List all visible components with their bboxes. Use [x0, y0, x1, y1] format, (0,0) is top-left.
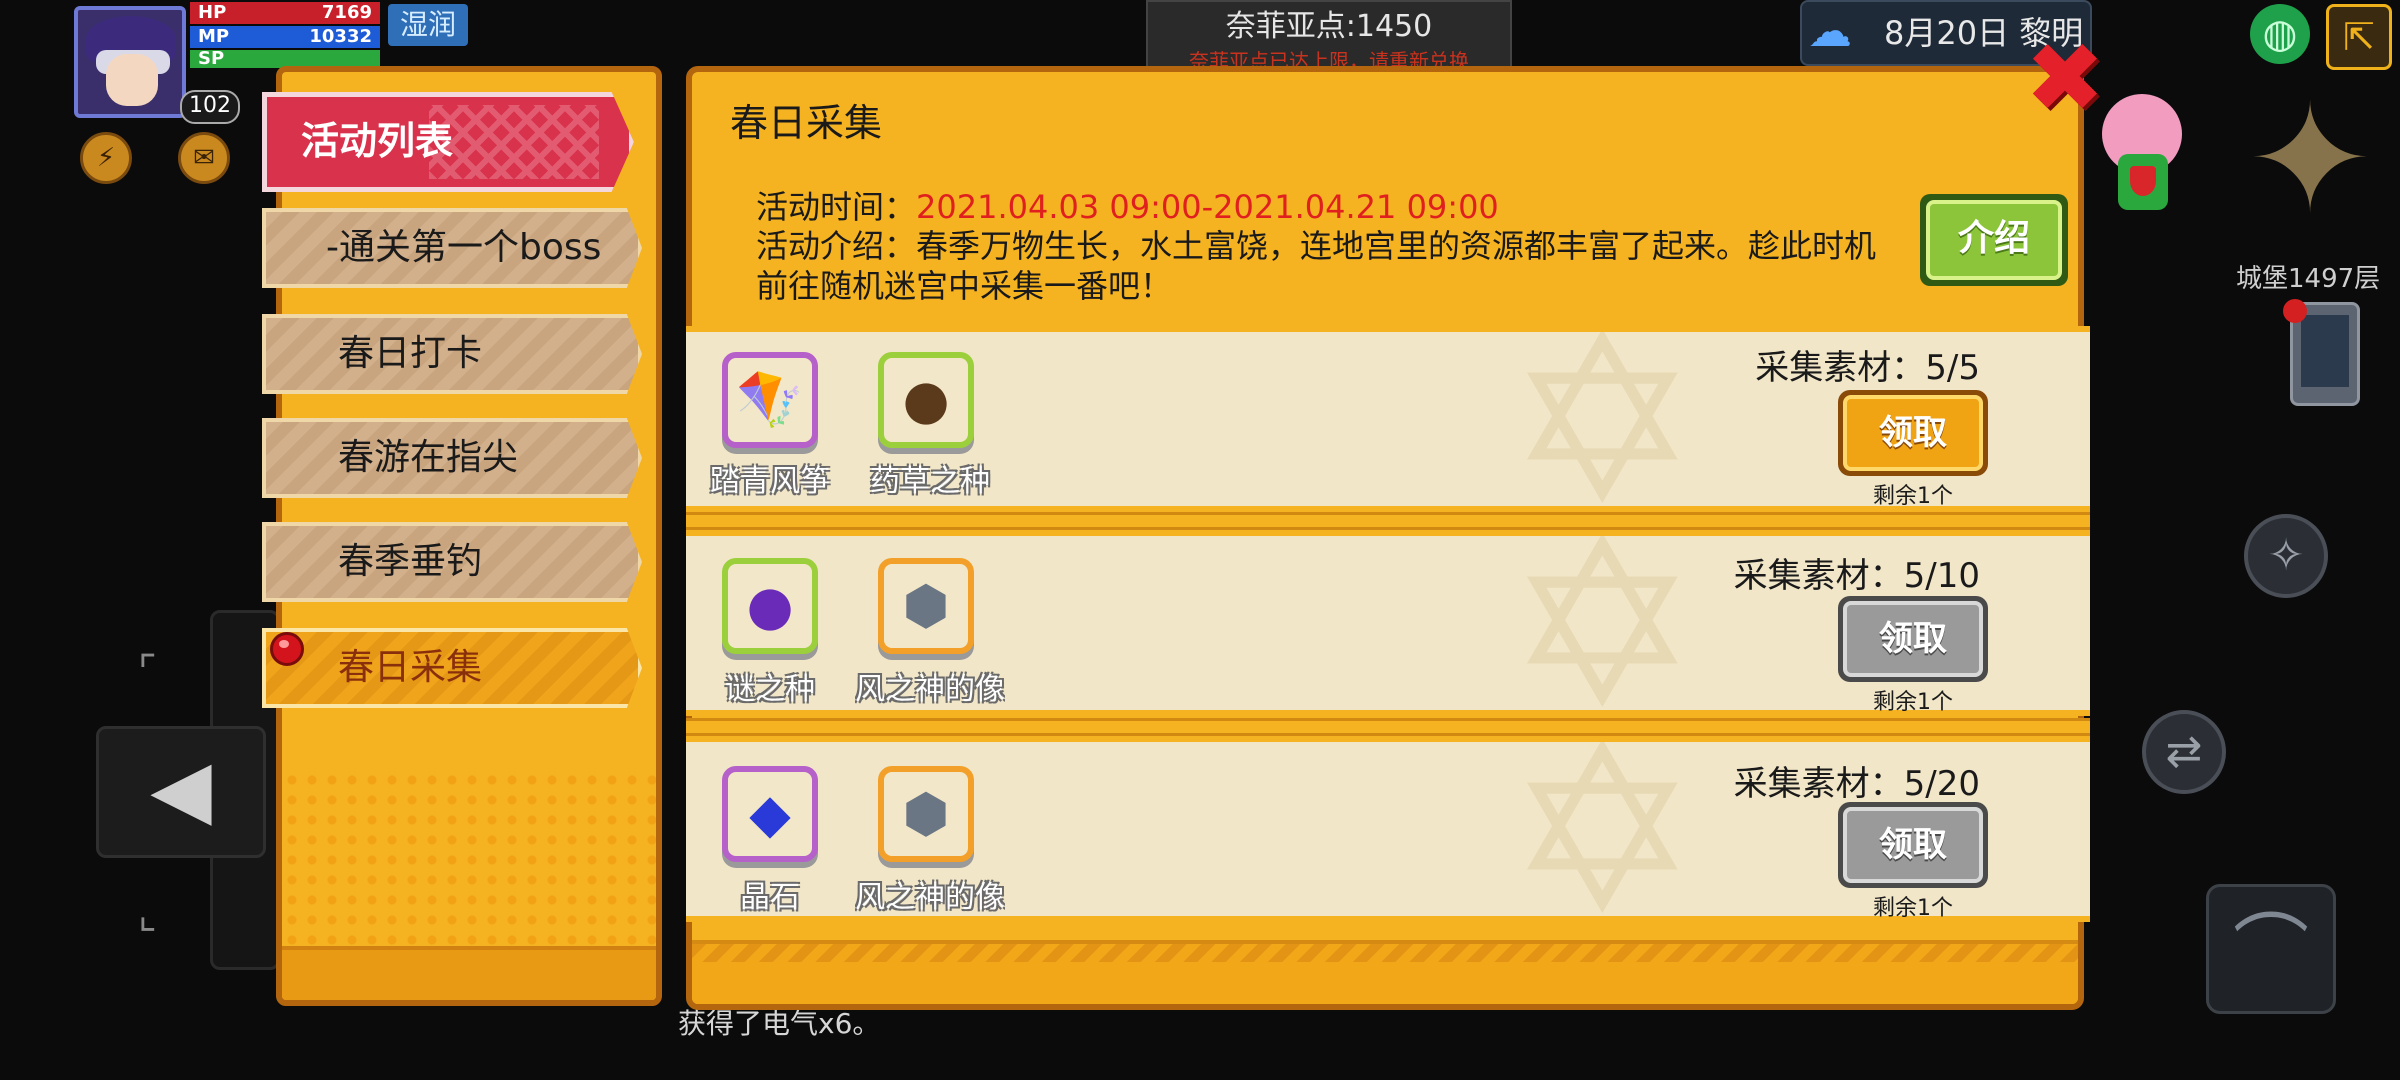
tab-label: 春日打卡	[338, 333, 483, 374]
remaining-count: 剩余1个	[1873, 896, 1953, 921]
remaining-count: 剩余1个	[1873, 690, 1953, 715]
activity-list-header: 活动列表	[262, 92, 634, 192]
event-title: 春日采集	[730, 101, 883, 145]
claim-button-label: 领取	[1843, 807, 1983, 883]
item-name: 谜之种	[725, 672, 815, 707]
dpad-left-icon[interactable]: ◀	[96, 726, 266, 858]
tab-label: 春季垂钓	[338, 541, 483, 582]
points-display: 奈菲亚点:1450 奈菲亚点已达上限，请重新兑换	[1146, 0, 1512, 72]
hp-bar: HP 7169	[190, 2, 380, 24]
item-name: 风之神的像	[855, 880, 1005, 915]
tab-first-boss[interactable]: -通关第一个boss	[262, 208, 642, 288]
collect-count: 采集素材：5/5	[1755, 348, 1980, 388]
floor-label: 城堡1497层	[2236, 264, 2381, 294]
rain-cloud-icon: ☁	[1808, 6, 1852, 57]
player-level: 102	[180, 90, 240, 124]
item-name: 踏青风筝	[710, 464, 830, 499]
remaining-count: 剩余1个	[1873, 484, 1953, 509]
claim-button[interactable]: 领取	[1838, 390, 1988, 476]
event-time-value: 2021.04.03 09:00-2021.04.21 09:00	[916, 188, 1499, 226]
network-globe-icon[interactable]: ◍	[2250, 4, 2310, 64]
notification-dot	[270, 632, 304, 666]
tab-label: 春日采集	[338, 647, 483, 688]
tab-label: 春游在指尖	[338, 437, 519, 478]
intro-button[interactable]: 介绍	[1920, 194, 2068, 286]
status-badge: 湿润	[388, 4, 468, 46]
sp-label: SP	[198, 48, 225, 69]
mp-value: 10332	[309, 26, 372, 47]
event-desc-value: 春季万物生长，水土富饶，连地宫里的资源都丰富了起来。趁此时机前往随机迷宫中采集一…	[756, 227, 1877, 305]
tab-spring-checkin[interactable]: 春日打卡	[262, 314, 642, 394]
row-divider	[686, 718, 2090, 736]
wind-god-statue-icon[interactable]: ⬢	[866, 552, 982, 668]
mp-label: MP	[198, 26, 230, 47]
compass-icon[interactable]: ✧	[2244, 514, 2328, 598]
item-bag-icon[interactable]: ✉	[178, 132, 230, 184]
collect-count: 采集素材：5/20	[1733, 764, 1980, 804]
skill-icon[interactable]: ⚡	[80, 132, 132, 184]
tab-label: -通关第一个boss	[326, 227, 602, 268]
wind-god-statue-icon[interactable]: ⬢	[866, 760, 982, 876]
claim-button-label: 领取	[1843, 601, 1983, 677]
tab-spring-trip[interactable]: 春游在指尖	[262, 418, 642, 498]
hp-label: HP	[198, 2, 227, 23]
dpad-corner-icon: ⌜	[138, 648, 157, 694]
swap-icon[interactable]: ⇄	[2142, 710, 2226, 794]
crystal-icon[interactable]: ◆	[710, 760, 826, 876]
claim-button[interactable]: 领取	[1838, 596, 1988, 682]
claim-button[interactable]: 领取	[1838, 802, 1988, 888]
event-time: 活动时间：2021.04.03 09:00-2021.04.21 09:00	[756, 182, 1499, 228]
hp-value: 7169	[321, 2, 372, 23]
tab-spring-fishing[interactable]: 春季垂钓	[262, 522, 642, 602]
event-desc-label: 活动介绍：	[756, 227, 917, 265]
phone-icon[interactable]	[2283, 299, 2360, 406]
points-text: 奈菲亚点:1450	[1225, 9, 1433, 44]
item-name: 风之神的像	[855, 672, 1005, 707]
collect-count: 采集素材：5/10	[1733, 556, 1980, 596]
minimap-icon[interactable]: ✦	[2230, 70, 2390, 250]
event-description: 活动介绍：春季万物生长，水土富饶，连地宫里的资源都丰富了起来。趁此时机前往随机迷…	[756, 226, 1906, 306]
claim-button-label: 领取	[1843, 395, 1983, 471]
herb-seed-icon[interactable]: ●	[866, 346, 982, 462]
mystery-seed-icon[interactable]: ●	[710, 552, 826, 668]
event-time-label: 活动时间：	[756, 188, 917, 226]
activity-list-title: 活动列表	[301, 119, 454, 163]
exit-icon[interactable]: ⇱	[2326, 4, 2392, 70]
close-icon[interactable]: ✖	[2024, 30, 2106, 126]
dpad-corner-icon: ⌞	[138, 892, 157, 938]
player-portrait[interactable]	[74, 6, 186, 118]
mp-bar: MP 10332	[190, 26, 380, 48]
item-name: 晶石	[740, 880, 800, 915]
tab-spring-gathering[interactable]: 春日采集	[262, 628, 642, 708]
row-divider	[686, 512, 2090, 530]
bow-attack-icon[interactable]: ⌒	[2206, 884, 2336, 1014]
intro-button-label: 介绍	[1926, 200, 2062, 280]
item-name: 药草之种	[870, 464, 990, 499]
kite-icon[interactable]: 🪁	[710, 346, 826, 462]
